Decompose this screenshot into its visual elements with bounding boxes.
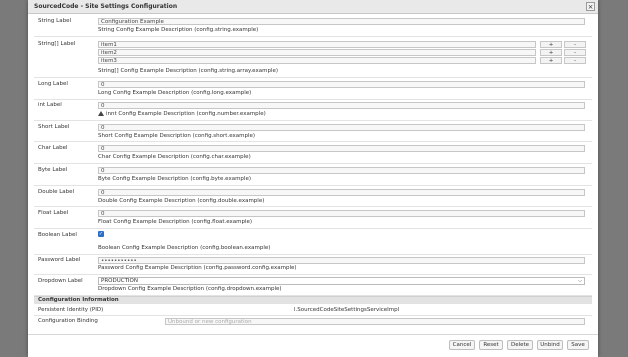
row-pid: Persistent Identity (PID) l.SourcedCodeS… — [34, 305, 592, 316]
byte-label: Byte Label — [38, 167, 68, 173]
row-password: Password Label ••••••••••• Password Conf… — [34, 255, 592, 275]
string-array-label: String[] Label — [38, 41, 76, 47]
dialog-titlebar: SourcedCode - Site Settings Configuratio… — [28, 0, 598, 14]
string-label: String Label — [38, 18, 71, 24]
row-boolean: Boolean Label ✓ Boolean Config Example D… — [34, 229, 592, 255]
string-array-remove-button-3[interactable]: - — [564, 57, 586, 64]
string-desc: String Config Example Description (confi… — [98, 27, 259, 33]
config-info-title: Configuration Information — [38, 297, 119, 303]
string-array-item-3[interactable]: item3 — [98, 57, 536, 64]
long-input[interactable]: 0 — [98, 81, 585, 88]
short-label: Short Label — [38, 124, 70, 130]
row-char: Char Label 0 Char Config Example Descrip… — [34, 142, 592, 164]
save-button[interactable]: Save — [567, 340, 589, 350]
int-input[interactable]: 0 — [98, 102, 585, 109]
string-array-item-1[interactable]: item1 — [98, 41, 536, 48]
boolean-desc: Boolean Config Example Description (conf… — [98, 245, 271, 251]
row-binding: Configuration Binding Unbound or new con… — [34, 316, 592, 327]
row-dropdown: Dropdown Label PRODUCTION ⌵ Dropdown Con… — [34, 275, 592, 296]
string-input[interactable]: Configuration Example — [98, 18, 585, 25]
boolean-checkbox[interactable]: ✓ — [98, 231, 104, 237]
int-label: int Label — [38, 102, 62, 108]
chevron-down-icon: ⌵ — [578, 278, 582, 284]
double-input[interactable]: 0 — [98, 189, 585, 196]
long-desc: Long Config Example Description (config.… — [98, 90, 252, 96]
pid-label: Persistent Identity (PID) — [38, 307, 104, 313]
pid-value: l.SourcedCodeSiteSettingsServiceImpl — [294, 307, 400, 313]
config-dialog: SourcedCode - Site Settings Configuratio… — [28, 0, 598, 357]
delete-button[interactable]: Delete — [507, 340, 533, 350]
row-float: Float Label 0 Float Config Example Descr… — [34, 207, 592, 229]
password-label: Password Label — [38, 257, 81, 263]
double-desc: Double Config Example Description (confi… — [98, 198, 265, 204]
boolean-label: Boolean Label — [38, 232, 77, 238]
string-array-item-2[interactable]: item2 — [98, 49, 536, 56]
short-input[interactable]: 0 — [98, 124, 585, 131]
unbind-button[interactable]: Unbind — [537, 340, 563, 350]
warning-icon — [98, 111, 104, 116]
row-double: Double Label 0 Double Config Example Des… — [34, 186, 592, 207]
dropdown-value: PRODUCTION — [101, 278, 138, 284]
binding-input[interactable]: Unbound or new configuration — [165, 318, 585, 325]
row-long: Long Label 0 Long Config Example Descrip… — [34, 78, 592, 100]
string-array-add-button-2[interactable]: + — [540, 49, 562, 56]
byte-desc: Byte Config Example Description (config.… — [98, 176, 251, 182]
dropdown-label: Dropdown Label — [38, 278, 83, 284]
dropdown-select[interactable]: PRODUCTION ⌵ — [98, 277, 585, 285]
password-desc: Password Config Example Description (con… — [98, 265, 297, 271]
dialog-footer: Cancel Reset Delete Unbind Save — [28, 334, 598, 357]
dropdown-desc: Dropdown Config Example Description (con… — [98, 286, 282, 292]
byte-input[interactable]: 0 — [98, 167, 585, 174]
string-array-add-button-1[interactable]: + — [540, 41, 562, 48]
close-icon[interactable]: × — [586, 2, 595, 11]
dialog-title: SourcedCode - Site Settings Configuratio… — [34, 3, 178, 10]
reset-button[interactable]: Reset — [479, 340, 503, 350]
string-array-remove-button-1[interactable]: - — [564, 41, 586, 48]
string-array-remove-button-2[interactable]: - — [564, 49, 586, 56]
password-input[interactable]: ••••••••••• — [98, 257, 585, 264]
float-label: Float Label — [38, 210, 69, 216]
string-array-desc: String[] Config Example Description (con… — [98, 68, 278, 74]
dialog-body: String Label Configuration Example Strin… — [34, 14, 592, 328]
float-input[interactable]: 0 — [98, 210, 585, 217]
row-string: String Label Configuration Example Strin… — [34, 14, 592, 37]
char-input[interactable]: 0 — [98, 145, 585, 152]
cancel-button[interactable]: Cancel — [449, 340, 475, 350]
double-label: Double Label — [38, 189, 75, 195]
char-desc: Char Config Example Description (config.… — [98, 154, 251, 160]
row-short: Short Label 0 Short Config Example Descr… — [34, 121, 592, 142]
binding-label: Configuration Binding — [38, 318, 98, 324]
row-byte: Byte Label 0 Byte Config Example Descrip… — [34, 164, 592, 186]
int-desc-text: innt Config Example Description (config.… — [106, 111, 266, 117]
string-array-add-button-3[interactable]: + — [540, 57, 562, 64]
int-desc: innt Config Example Description (config.… — [98, 111, 266, 117]
row-int: int Label 0 innt Config Example Descript… — [34, 100, 592, 121]
char-label: Char Label — [38, 145, 68, 151]
short-desc: Short Config Example Description (config… — [98, 133, 256, 139]
float-desc: Float Config Example Description (config… — [98, 219, 253, 225]
long-label: Long Label — [38, 81, 68, 87]
config-info-header: Configuration Information — [34, 296, 592, 304]
row-string-array: String[] Label item1 + - item2 + - item3… — [34, 37, 592, 78]
